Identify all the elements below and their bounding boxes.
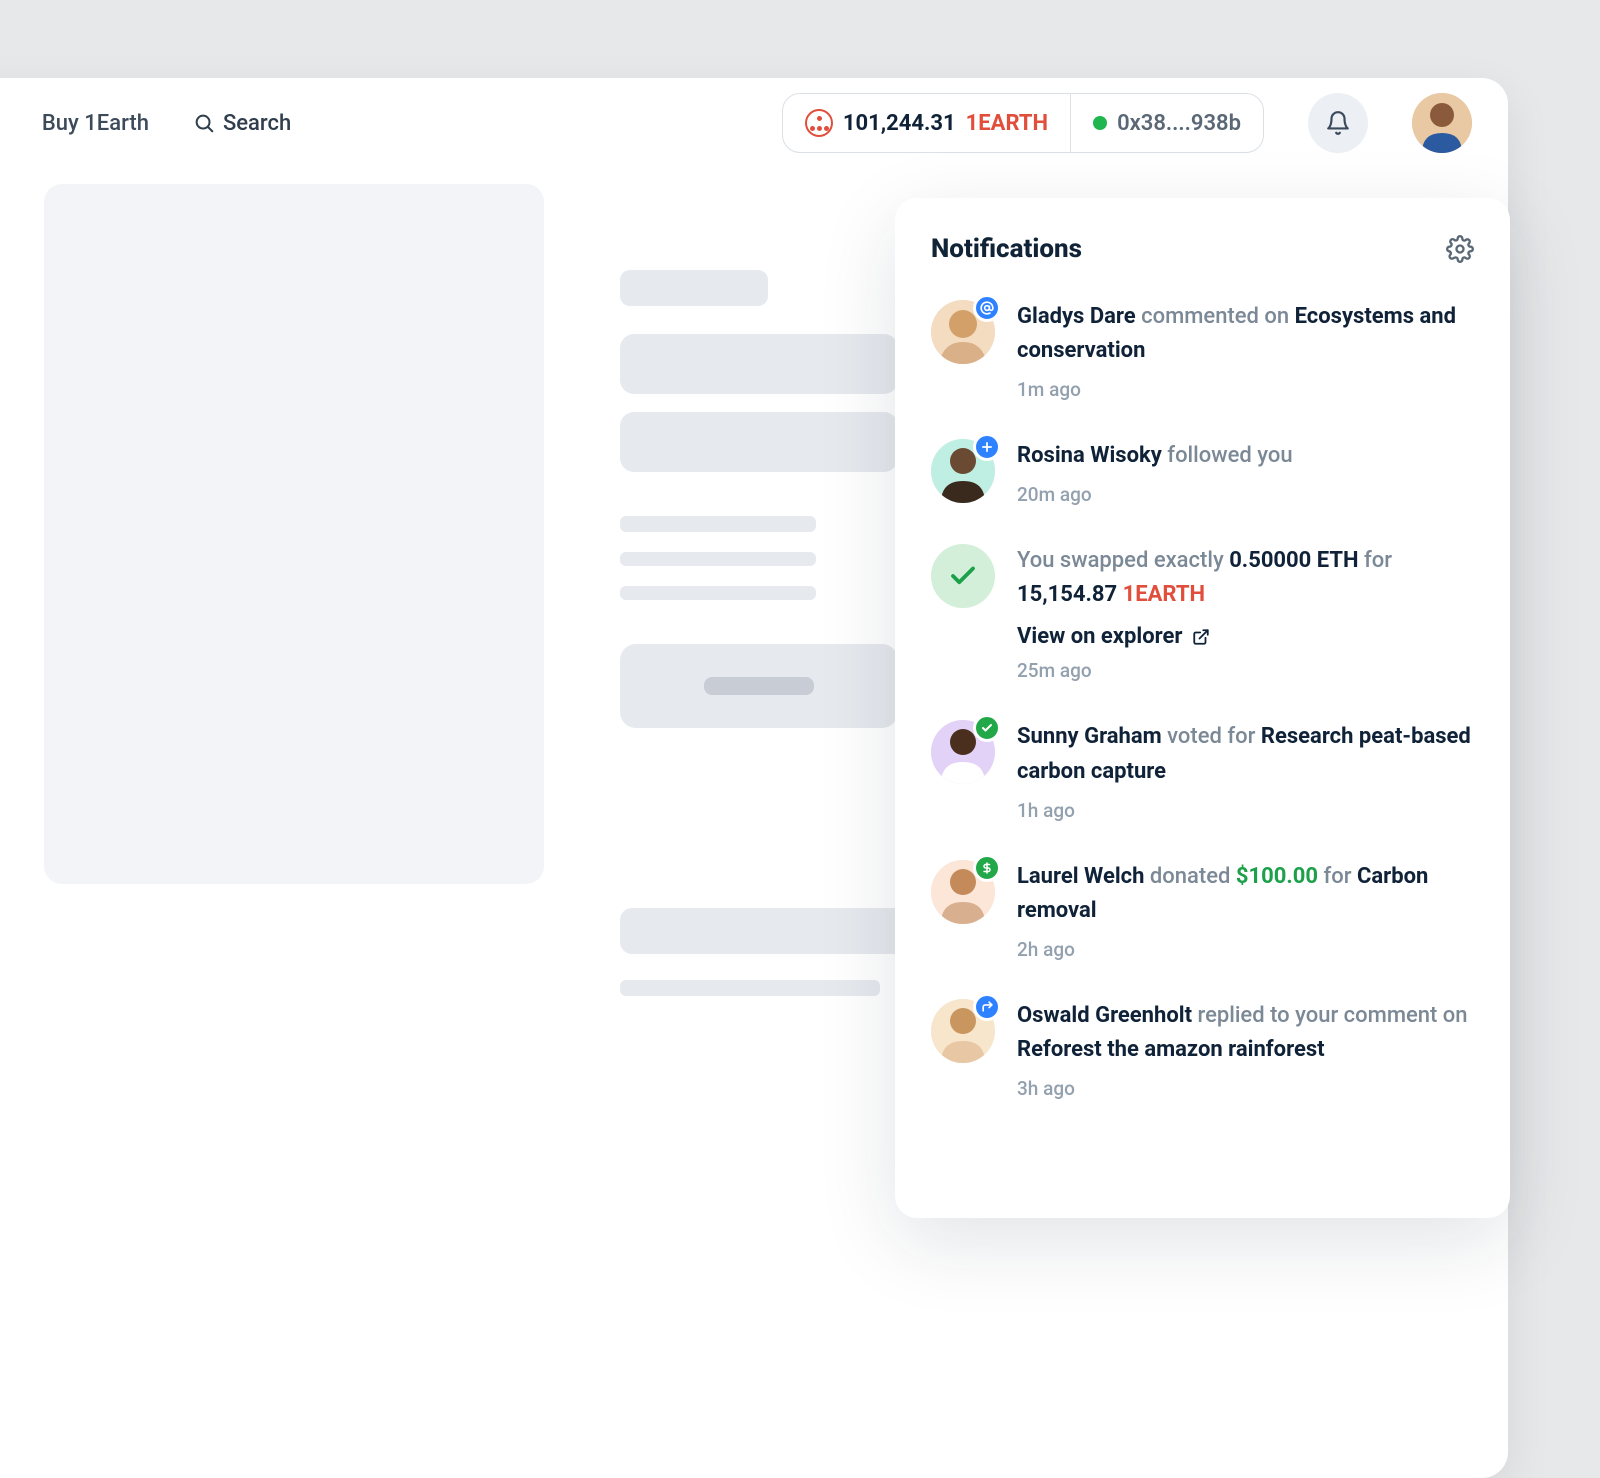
search-icon [193,112,215,134]
view-link-label: View on explorer [1017,624,1182,649]
notification-item[interactable]: You swapped exactly 0.50000 ETH for 15,1… [931,544,1474,682]
notif-user: Gladys Dare [1017,304,1136,329]
wallet-balance[interactable]: 101,244.31 1EARTH [783,94,1071,152]
nav-buy-1earth[interactable]: Buy 1Earth [42,111,149,136]
notification-item[interactable]: Sunny Graham voted for Research peat-bas… [931,720,1474,821]
wallet-group: 101,244.31 1EARTH 0x38....938b [782,93,1264,153]
success-icon [931,544,995,608]
external-link-icon [1192,628,1210,646]
notifications-popover: Notifications Gladys Dare commented on E… [895,198,1510,1218]
mention-badge-icon [973,294,1001,322]
notif-action: followed you [1167,443,1292,468]
notif-middle: for [1323,864,1351,889]
notif-action: voted for [1167,724,1255,749]
content-card-skeleton [44,184,544,884]
notifications-title: Notifications [931,234,1082,264]
nav-search[interactable]: Search [193,111,291,136]
connection-status-icon [1093,116,1107,130]
notif-time: 20m ago [1017,483,1474,506]
swap-from-amount: 0.50000 ETH [1229,548,1358,573]
notif-user: Rosina Wisoky [1017,443,1162,468]
notif-action: commented on [1141,304,1289,329]
swap-middle: for [1364,548,1392,573]
bell-icon [1325,110,1351,136]
swap-prefix: You swapped exactly [1017,548,1224,573]
notif-user: Sunny Graham [1017,724,1162,749]
notif-time: 3h ago [1017,1077,1474,1100]
address-text: 0x38....938b [1117,111,1241,136]
swap-to-amount: 15,154.87 [1017,582,1117,607]
balance-amount: 101,244.31 [843,111,956,136]
notif-time: 1h ago [1017,799,1474,822]
notif-action: replied to your comment on [1198,1003,1468,1028]
notif-amount: $100.00 [1236,864,1318,889]
content-skeletons [620,270,912,996]
gear-icon[interactable] [1446,235,1474,263]
follow-badge-icon [973,433,1001,461]
notification-item[interactable]: Laurel Welch donated $100.00 for Carbon … [931,860,1474,961]
swap-to-ticker: 1EARTH [1123,582,1205,607]
notif-time: 2h ago [1017,938,1474,961]
notif-user: Laurel Welch [1017,864,1144,889]
balance-ticker: 1EARTH [966,111,1048,136]
avatar-image [1412,93,1472,153]
notification-item[interactable]: Oswald Greenholt replied to your comment… [931,999,1474,1100]
notif-time: 1m ago [1017,378,1474,401]
notifications-button[interactable] [1308,93,1368,153]
notif-subject: Reforest the amazon rainforest [1017,1037,1325,1062]
notification-item[interactable]: Gladys Dare commented on Ecosystems and … [931,300,1474,401]
notif-user: Oswald Greenholt [1017,1003,1192,1028]
notification-item[interactable]: Rosina Wisoky followed you 20m ago [931,439,1474,506]
search-label: Search [223,111,291,136]
reply-badge-icon [973,993,1001,1021]
token-icon [805,109,833,137]
vote-badge-icon [973,714,1001,742]
notif-time: 25m ago [1017,659,1474,682]
notif-action: donated [1150,864,1231,889]
wallet-address[interactable]: 0x38....938b [1071,94,1263,152]
user-avatar[interactable] [1412,93,1472,153]
donate-badge-icon [973,854,1001,882]
view-on-explorer-link[interactable]: View on explorer [1017,624,1474,649]
topbar: ects Buy 1Earth Search 101,244.31 1EARTH… [0,78,1508,168]
